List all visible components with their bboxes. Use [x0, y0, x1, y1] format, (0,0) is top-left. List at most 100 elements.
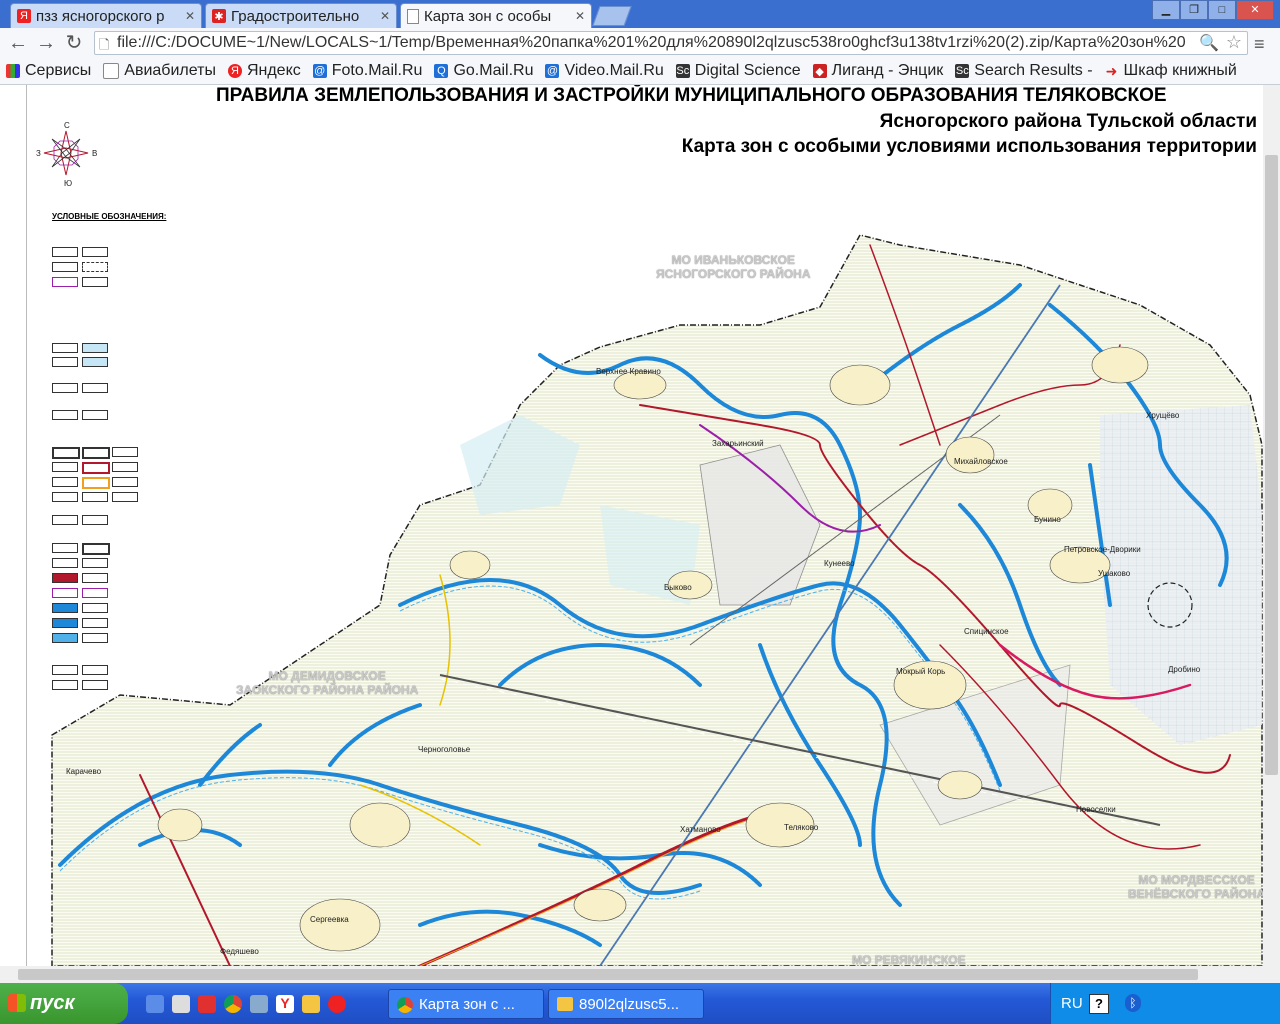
bookmark-label: Лиганд - Энцик — [831, 62, 944, 79]
opera-icon[interactable] — [328, 995, 346, 1013]
neighbor-label: МО РЕВЯКИНСКОЕ — [852, 953, 966, 966]
place-label: Мокрый Корь — [896, 667, 946, 676]
compass-south-label: Ю — [64, 179, 73, 188]
neighbor-label-line: ВЕНЁВСКОГО РАЙОНА — [1128, 887, 1263, 901]
back-button[interactable]: ← — [6, 31, 30, 55]
neighbor-label-line: МО ИВАНЬКОВСКОЕ — [671, 253, 796, 267]
neighbor-label: МО ДЕМИДОВСКОЕ ЗАОКСКОГО РАЙОНА РАЙОНА — [236, 669, 418, 697]
bookmark-ligand[interactable]: ◆ Лиганд - Энцик — [812, 62, 944, 80]
neighbor-label-line: ЯСНОГОРСКОГО РАЙОНА — [656, 267, 811, 281]
page-icon — [103, 63, 120, 79]
language-indicator[interactable]: RU — [1061, 995, 1083, 1012]
url-input[interactable] — [117, 33, 1207, 53]
neighbor-label-line: ЗАОКСКОГО РАЙОНА РАЙОНА — [236, 683, 419, 697]
task-folder[interactable]: 890l2qlzusc5... — [548, 989, 704, 1019]
bookmark-label: Go.Mail.Ru — [453, 62, 534, 79]
menu-icon[interactable]: ≡ — [1254, 34, 1265, 55]
bookmark-foto-mail[interactable]: @ Foto.Mail.Ru — [312, 62, 423, 80]
app-icon[interactable] — [198, 995, 216, 1013]
sc-icon: Sc — [675, 64, 690, 78]
address-bar[interactable]: 🗋 🔍 ☆ — [94, 31, 1248, 55]
bookmark-label: Foto.Mail.Ru — [331, 62, 423, 79]
place-label: Федяшево — [220, 947, 259, 956]
vertical-scroll-thumb[interactable] — [1265, 155, 1278, 775]
tab-map-active[interactable]: Карта зон с особы ✕ — [400, 3, 592, 28]
ligand-icon: ◆ — [812, 64, 827, 78]
bookmark-star-icon[interactable]: ☆ — [1226, 32, 1242, 53]
document-icon — [407, 8, 419, 24]
place-label: Карачево — [66, 767, 102, 776]
neighbor-label: МО ИВАНЬКОВСКОЕ ЯСНОГОРСКОГО РАЙОНА — [656, 253, 811, 281]
image-viewer-icon[interactable] — [250, 995, 268, 1013]
horizontal-scroll-thumb[interactable] — [18, 969, 1198, 980]
place-label: Сергеевка — [310, 915, 349, 924]
tab-yandex[interactable]: Я пзз ясногорского р ✕ — [10, 3, 202, 28]
map-canvas — [43, 130, 1263, 966]
document-subtitle: Ясногорского района Тульской области — [879, 111, 1257, 132]
sc-icon: Sc — [955, 64, 970, 78]
restore-button[interactable]: ❐ — [1180, 0, 1208, 20]
bookmark-yandex[interactable]: Я Яндекс — [227, 62, 301, 80]
new-tab-button[interactable] — [592, 6, 632, 26]
site-icon: ✱ — [212, 9, 226, 23]
document-map-title: Карта зон с особыми условиями использова… — [681, 136, 1257, 157]
bookmark-aviabilety[interactable]: Авиабилеты — [103, 62, 216, 80]
printer-icon[interactable] — [172, 995, 190, 1013]
task-label: 890l2qlzusc5... — [579, 995, 680, 1013]
bluetooth-icon[interactable]: ᛒ — [1125, 994, 1141, 1012]
tab-label: Карта зон с особы — [424, 7, 552, 25]
place-label: Теляково — [784, 823, 819, 832]
bookmark-digital-science[interactable]: Sc Digital Science — [675, 62, 801, 80]
maximize-button[interactable]: □ — [1208, 0, 1236, 20]
bookmark-shkaf[interactable]: ➜ Шкаф книжный — [1105, 62, 1237, 80]
start-button[interactable]: пуск — [0, 983, 128, 1024]
start-label: пуск — [30, 992, 75, 1014]
help-icon[interactable]: ? — [1089, 994, 1109, 1014]
yandex-icon: Я — [17, 9, 31, 23]
place-label: Быково — [664, 583, 692, 592]
place-label: Петровское-Дворики — [1064, 545, 1141, 554]
close-icon[interactable]: ✕ — [380, 9, 390, 23]
neighbor-label-line: МО РЕВЯКИНСКОЕ — [852, 953, 966, 966]
neighbor-label-line: МО МОРДВЕССКОЕ — [1138, 873, 1255, 887]
tab-label: пзз ясногорского р — [36, 7, 165, 25]
quicklaunch-icon[interactable] — [146, 995, 164, 1013]
folder-icon[interactable] — [302, 995, 320, 1013]
place-label: Захарьинский — [712, 439, 764, 448]
compass-north-label: С — [64, 121, 70, 130]
place-label: Дробино — [1168, 665, 1201, 674]
search-icon: Q — [434, 64, 449, 78]
tab-gradostr[interactable]: ✱ Градостроительно ✕ — [205, 3, 397, 28]
folder-icon — [557, 997, 573, 1011]
bookmark-search-results[interactable]: Sc Search Results - — [955, 62, 1093, 80]
reload-button[interactable]: ↻ — [62, 31, 86, 55]
taskbar: пуск Y Карта зон с ... 890l2qlzusc5... R… — [0, 983, 1280, 1024]
yandex-icon: Я — [227, 64, 242, 78]
task-chrome[interactable]: Карта зон с ... — [388, 989, 544, 1019]
minimize-button[interactable]: ▁ — [1152, 0, 1180, 20]
bookmark-video-mail[interactable]: @ Video.Mail.Ru — [545, 62, 664, 80]
close-icon[interactable]: ✕ — [185, 9, 195, 23]
compass-east-label: В — [92, 149, 98, 158]
bookmark-services[interactable]: Сервисы — [6, 62, 91, 80]
document-title: ПРАВИЛА ЗЕМЛЕПОЛЬЗОВАНИЯ И ЗАСТРОЙКИ МУН… — [216, 85, 1167, 106]
chrome-icon — [397, 997, 413, 1013]
place-label: Хрущёво — [1146, 411, 1180, 420]
chrome-icon[interactable] — [224, 995, 242, 1013]
place-label: Бунино — [1034, 515, 1061, 524]
zoom-icon[interactable]: 🔍 — [1199, 33, 1219, 53]
place-label: Хатманово — [680, 825, 721, 834]
horizontal-scrollbar[interactable] — [0, 966, 1280, 983]
vertical-scrollbar[interactable] — [1263, 85, 1280, 966]
system-tray: RU ? ᛒ — [1050, 983, 1280, 1024]
bookmark-label: Шкаф книжный — [1123, 62, 1237, 79]
bookmark-label: Сервисы — [25, 62, 92, 79]
close-window-button[interactable]: ✕ — [1236, 0, 1274, 20]
forward-button[interactable]: → — [34, 31, 58, 55]
tab-strip: Я пзз ясногорского р ✕ ✱ Градостроительн… — [0, 0, 1280, 28]
yandex-browser-icon[interactable]: Y — [276, 995, 294, 1013]
close-icon[interactable]: ✕ — [575, 9, 585, 23]
page-content: С Ю З В ПРАВИЛА ЗЕМЛЕПОЛЬЗОВАНИЯ И ЗАСТР… — [0, 85, 1263, 966]
place-label: Спицинское — [964, 627, 1009, 636]
bookmark-go-mail[interactable]: Q Go.Mail.Ru — [434, 62, 533, 80]
